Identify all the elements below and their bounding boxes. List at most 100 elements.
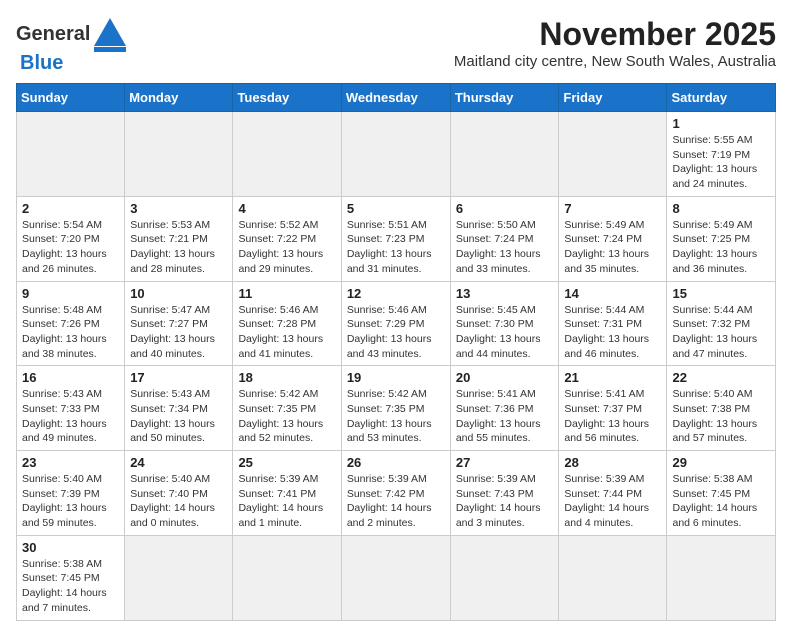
calendar-day: 7 Sunrise: 5:49 AMSunset: 7:24 PMDaylight… [559, 196, 667, 281]
calendar-day: 1 Sunrise: 5:55 AMSunset: 7:19 PMDaylight… [667, 112, 776, 197]
header-tuesday: Tuesday [233, 84, 341, 112]
calendar-table: Sunday Monday Tuesday Wednesday Thursday… [16, 83, 776, 621]
calendar-day: 21 Sunrise: 5:41 AMSunset: 7:37 PMDayligh… [559, 366, 667, 451]
calendar-day: 9Sunrise: 5:48 AMSunset: 7:26 PMDaylight… [17, 281, 125, 366]
day-number: 10 [130, 286, 227, 301]
day-number: 23 [22, 455, 119, 470]
day-detail: Sunrise: 5:39 AMSunset: 7:42 PMDaylight:… [347, 472, 445, 531]
header-thursday: Thursday [450, 84, 559, 112]
day-number: 24 [130, 455, 227, 470]
day-detail: Sunrise: 5:45 AMSunset: 7:30 PMDaylight:… [456, 303, 554, 362]
day-number: 21 [564, 370, 661, 385]
calendar-day [341, 112, 450, 197]
calendar-day [125, 535, 233, 620]
day-detail: Sunrise: 5:43 AMSunset: 7:33 PMDaylight:… [22, 387, 119, 446]
calendar-day: 4Sunrise: 5:52 AMSunset: 7:22 PMDaylight… [233, 196, 341, 281]
day-number: 20 [456, 370, 554, 385]
calendar-day: 19Sunrise: 5:42 AMSunset: 7:35 PMDayligh… [341, 366, 450, 451]
day-detail: Sunrise: 5:50 AMSunset: 7:24 PMDaylight:… [456, 218, 554, 277]
day-number: 17 [130, 370, 227, 385]
calendar-day [17, 112, 125, 197]
calendar-day: 15Sunrise: 5:44 AMSunset: 7:32 PMDayligh… [667, 281, 776, 366]
calendar-day: 16Sunrise: 5:43 AMSunset: 7:33 PMDayligh… [17, 366, 125, 451]
logo-icon [92, 16, 128, 52]
day-number: 19 [347, 370, 445, 385]
calendar-day: 25Sunrise: 5:39 AMSunset: 7:41 PMDayligh… [233, 451, 341, 536]
day-detail: Sunrise: 5:40 AMSunset: 7:38 PMDaylight:… [672, 387, 770, 446]
day-detail: Sunrise: 5:44 AMSunset: 7:31 PMDaylight:… [564, 303, 661, 362]
day-detail: Sunrise: 5:53 AMSunset: 7:21 PMDaylight:… [130, 218, 227, 277]
day-detail: Sunrise: 5:49 AMSunset: 7:24 PMDaylight:… [564, 218, 661, 277]
calendar-day: 3Sunrise: 5:53 AMSunset: 7:21 PMDaylight… [125, 196, 233, 281]
day-detail: Sunrise: 5:55 AMSunset: 7:19 PMDaylight:… [672, 133, 770, 192]
calendar-day: 8 Sunrise: 5:49 AMSunset: 7:25 PMDaylight… [667, 196, 776, 281]
calendar-day: 14Sunrise: 5:44 AMSunset: 7:31 PMDayligh… [559, 281, 667, 366]
logo-blue: Blue [20, 52, 63, 74]
calendar-day: 10 Sunrise: 5:47 AMSunset: 7:27 PMDayligh… [125, 281, 233, 366]
calendar-day [341, 535, 450, 620]
logo-general: General [16, 23, 90, 46]
calendar-day: 26 Sunrise: 5:39 AMSunset: 7:42 PMDayligh… [341, 451, 450, 536]
calendar-day [233, 535, 341, 620]
calendar-day: 29Sunrise: 5:38 AMSunset: 7:45 PMDayligh… [667, 451, 776, 536]
calendar-week-row: 30Sunrise: 5:38 AMSunset: 7:45 PMDayligh… [17, 535, 776, 620]
day-detail: Sunrise: 5:44 AMSunset: 7:32 PMDaylight:… [672, 303, 770, 362]
calendar-day [125, 112, 233, 197]
day-number: 11 [238, 286, 335, 301]
calendar-day: 27Sunrise: 5:39 AMSunset: 7:43 PMDayligh… [450, 451, 559, 536]
calendar-week-row: 1 Sunrise: 5:55 AMSunset: 7:19 PMDaylight… [17, 112, 776, 197]
day-number: 8 [672, 201, 770, 216]
day-detail: Sunrise: 5:38 AMSunset: 7:45 PMDaylight:… [22, 557, 119, 616]
day-detail: Sunrise: 5:39 AMSunset: 7:44 PMDaylight:… [564, 472, 661, 531]
day-detail: Sunrise: 5:47 AMSunset: 7:27 PMDaylight:… [130, 303, 227, 362]
header-friday: Friday [559, 84, 667, 112]
day-number: 1 [672, 116, 770, 131]
header-wednesday: Wednesday [341, 84, 450, 112]
calendar-day: 12 Sunrise: 5:46 AMSunset: 7:29 PMDayligh… [341, 281, 450, 366]
day-detail: Sunrise: 5:46 AMSunset: 7:29 PMDaylight:… [347, 303, 445, 362]
day-detail: Sunrise: 5:41 AMSunset: 7:36 PMDaylight:… [456, 387, 554, 446]
calendar-day: 23 Sunrise: 5:40 AMSunset: 7:39 PMDayligh… [17, 451, 125, 536]
calendar-week-row: 2Sunrise: 5:54 AMSunset: 7:20 PMDaylight… [17, 196, 776, 281]
calendar-day: 6 Sunrise: 5:50 AMSunset: 7:24 PMDaylight… [450, 196, 559, 281]
calendar-day [667, 535, 776, 620]
day-number: 26 [347, 455, 445, 470]
day-number: 22 [672, 370, 770, 385]
calendar-week-row: 23 Sunrise: 5:40 AMSunset: 7:39 PMDayligh… [17, 451, 776, 536]
month-title: November 2025 [454, 16, 776, 53]
day-number: 6 [456, 201, 554, 216]
calendar-day [450, 112, 559, 197]
calendar-day: 28Sunrise: 5:39 AMSunset: 7:44 PMDayligh… [559, 451, 667, 536]
day-number: 18 [238, 370, 335, 385]
day-detail: Sunrise: 5:40 AMSunset: 7:39 PMDaylight:… [22, 472, 119, 531]
calendar-day: 2Sunrise: 5:54 AMSunset: 7:20 PMDaylight… [17, 196, 125, 281]
day-detail: Sunrise: 5:38 AMSunset: 7:45 PMDaylight:… [672, 472, 770, 531]
day-number: 12 [347, 286, 445, 301]
day-detail: Sunrise: 5:41 AMSunset: 7:37 PMDaylight:… [564, 387, 661, 446]
day-number: 27 [456, 455, 554, 470]
page-container: General Blue November 2025 Maitland city… [16, 16, 776, 621]
day-number: 5 [347, 201, 445, 216]
calendar-day [233, 112, 341, 197]
logo: General Blue [16, 16, 128, 75]
calendar-day: 20 Sunrise: 5:41 AMSunset: 7:36 PMDayligh… [450, 366, 559, 451]
calendar-day [559, 535, 667, 620]
calendar-day: 5 Sunrise: 5:51 AMSunset: 7:23 PMDaylight… [341, 196, 450, 281]
header-saturday: Saturday [667, 84, 776, 112]
location: Maitland city centre, New South Wales, A… [454, 53, 776, 70]
day-detail: Sunrise: 5:49 AMSunset: 7:25 PMDaylight:… [672, 218, 770, 277]
day-detail: Sunrise: 5:43 AMSunset: 7:34 PMDaylight:… [130, 387, 227, 446]
calendar-day: 30Sunrise: 5:38 AMSunset: 7:45 PMDayligh… [17, 535, 125, 620]
day-number: 13 [456, 286, 554, 301]
calendar-week-row: 16Sunrise: 5:43 AMSunset: 7:33 PMDayligh… [17, 366, 776, 451]
header: General Blue November 2025 Maitland city… [16, 16, 776, 75]
day-number: 7 [564, 201, 661, 216]
day-detail: Sunrise: 5:42 AMSunset: 7:35 PMDaylight:… [238, 387, 335, 446]
calendar-day: 13 Sunrise: 5:45 AMSunset: 7:30 PMDayligh… [450, 281, 559, 366]
day-number: 25 [238, 455, 335, 470]
day-detail: Sunrise: 5:48 AMSunset: 7:26 PMDaylight:… [22, 303, 119, 362]
day-detail: Sunrise: 5:51 AMSunset: 7:23 PMDaylight:… [347, 218, 445, 277]
calendar-day [559, 112, 667, 197]
day-number: 4 [238, 201, 335, 216]
title-block: November 2025 Maitland city centre, New … [454, 16, 776, 70]
